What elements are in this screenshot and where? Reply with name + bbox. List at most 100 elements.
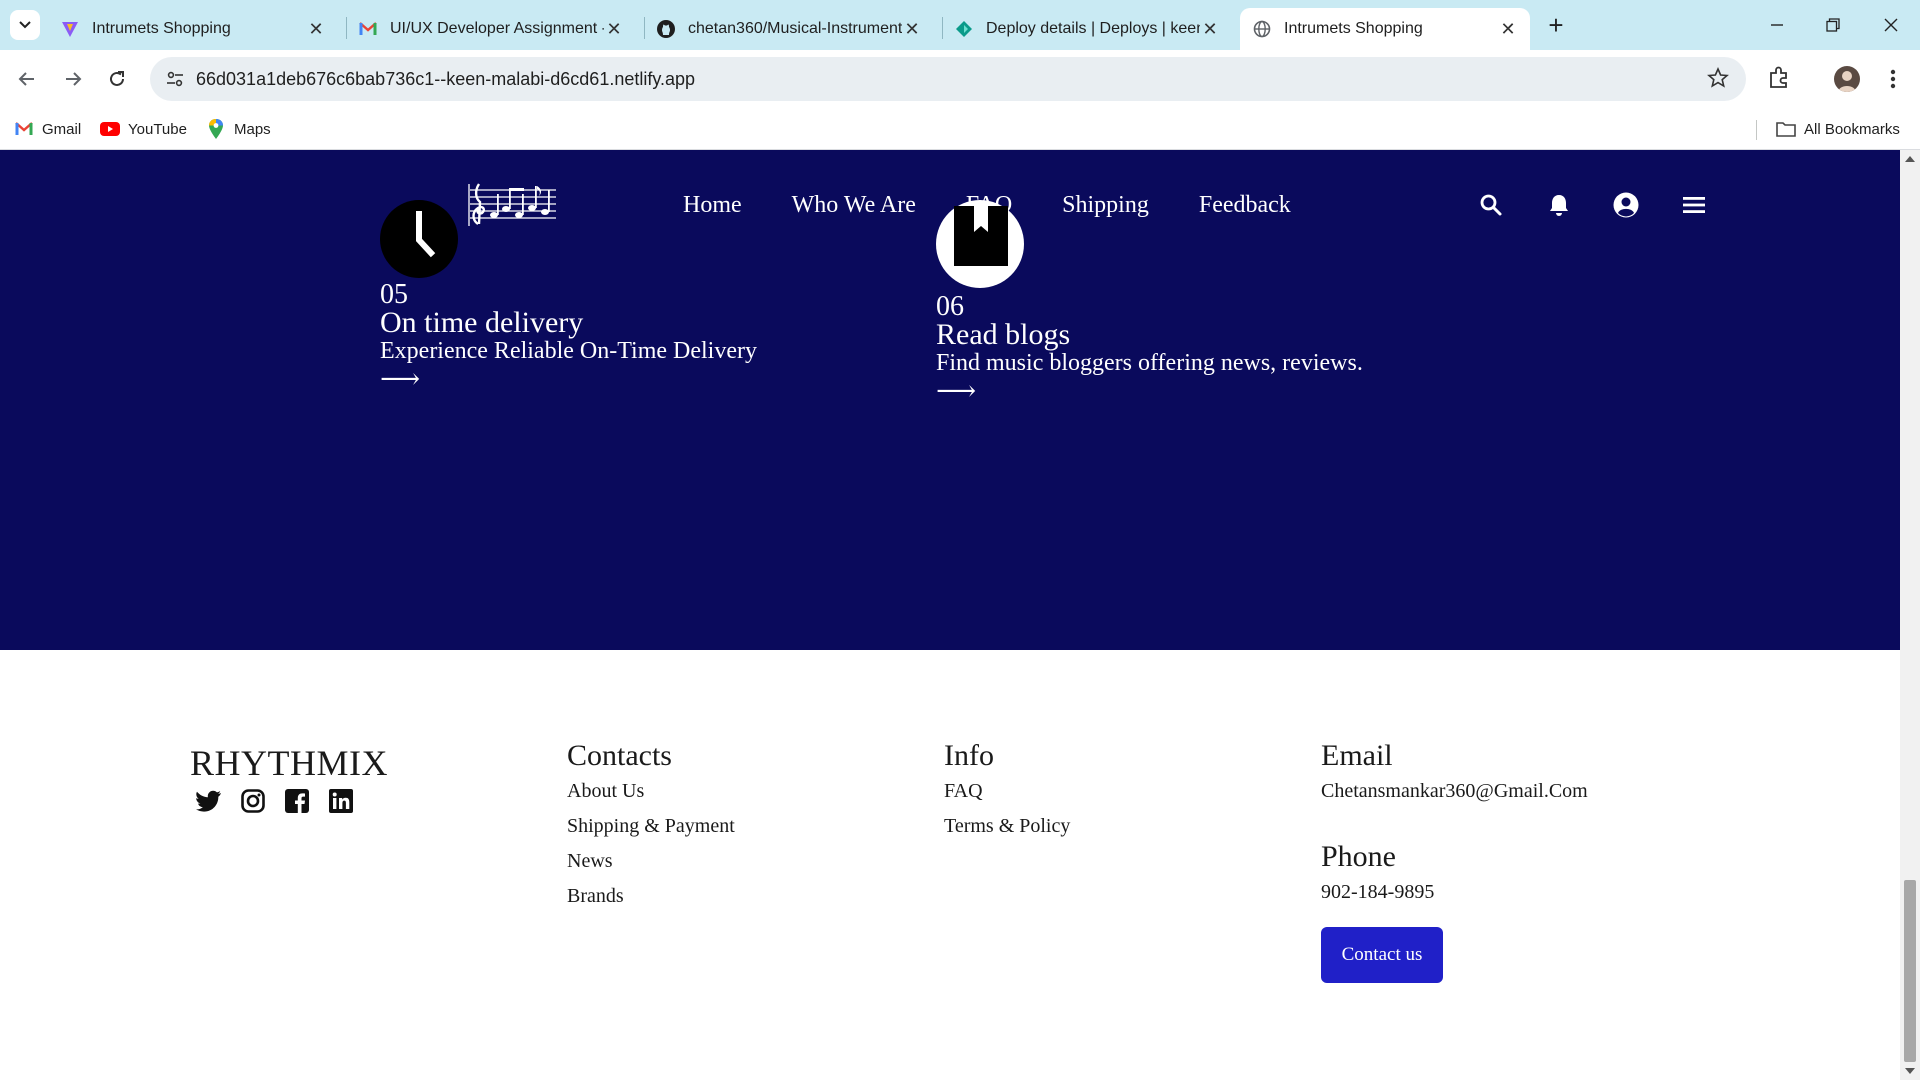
tab-search-button[interactable]: [10, 10, 40, 40]
netlify-icon: [954, 19, 974, 39]
browser-tab[interactable]: Deploy details | Deploys | keen- ✕: [942, 8, 1232, 50]
music-notes-logo[interactable]: [466, 180, 558, 230]
star-icon[interactable]: [1706, 66, 1732, 92]
scroll-down-icon[interactable]: [1905, 1068, 1915, 1074]
tab-title: Intrumets Shopping: [92, 20, 231, 37]
profile-avatar[interactable]: [1834, 66, 1860, 92]
facebook-icon[interactable]: [284, 788, 310, 814]
bookmark-youtube[interactable]: YouTube: [100, 118, 187, 140]
tab-title: chetan360/Musical-Instruments: [688, 20, 902, 37]
kebab-menu-icon[interactable]: [1880, 66, 1906, 92]
globe-icon: [1252, 19, 1272, 39]
user-circle-icon[interactable]: [1611, 190, 1641, 220]
gmail-icon: [14, 119, 34, 139]
browser-tab[interactable]: Intrumets Shopping ✕: [48, 8, 338, 50]
clock-icon: [380, 200, 458, 278]
feature-description: Experience Reliable On-Time Delivery: [380, 338, 757, 364]
footer-phone-value[interactable]: 902-184-9895: [1321, 875, 1588, 910]
footer-email-value[interactable]: Chetansmankar360@Gmail.Com: [1321, 774, 1588, 809]
nav-link-home[interactable]: Home: [683, 192, 742, 219]
close-icon[interactable]: ✕: [306, 19, 326, 39]
footer-heading: Email: [1321, 739, 1393, 772]
features-section: Home Who We Are FAQ Shipping Feedback: [0, 150, 1900, 650]
search-icon[interactable]: [1476, 190, 1506, 220]
all-bookmarks-button[interactable]: All Bookmarks: [1776, 118, 1900, 140]
bookmark-maps[interactable]: Maps: [206, 118, 271, 140]
contact-us-button[interactable]: Contact us: [1321, 927, 1443, 983]
all-bookmarks-label: All Bookmarks: [1804, 120, 1900, 138]
footer-link-terms-policy[interactable]: Terms & Policy: [944, 809, 1070, 844]
scrollbar-thumb[interactable]: [1904, 880, 1916, 1062]
feature-title: Read blogs: [936, 318, 1071, 351]
back-button[interactable]: [12, 64, 42, 94]
close-icon[interactable]: ✕: [902, 19, 922, 39]
footer-info-column: Info FAQ Terms & Policy: [944, 738, 1070, 844]
browser-tab[interactable]: UI/UX Developer Assignment - ✕: [346, 8, 636, 50]
bookmark-label: Gmail: [42, 120, 82, 138]
restore-icon[interactable]: [1818, 10, 1848, 40]
minimize-icon[interactable]: [1762, 10, 1792, 40]
page-viewport: Home Who We Are FAQ Shipping Feedback: [0, 150, 1900, 1080]
footer-link-about-us[interactable]: About Us: [567, 774, 735, 809]
tab-title: UI/UX Developer Assignment -: [390, 20, 604, 37]
linkedin-icon[interactable]: [328, 788, 354, 814]
bookmark-gmail[interactable]: Gmail: [14, 118, 81, 140]
nav-link-who-we-are[interactable]: Who We Are: [792, 192, 916, 219]
menu-icon[interactable]: [1679, 190, 1709, 220]
social-links: [196, 788, 354, 814]
footer-brand: RHYTHMIX: [190, 743, 388, 783]
bookmark-label: YouTube: [128, 120, 187, 138]
bookmarks-divider: [1756, 120, 1757, 140]
arrow-right-icon[interactable]: ⟶: [936, 378, 1363, 406]
close-icon[interactable]: ✕: [1498, 19, 1518, 39]
nav-link-feedback[interactable]: Feedback: [1199, 192, 1291, 219]
gmail-icon: [358, 19, 378, 39]
bookmark-label: Maps: [234, 120, 271, 138]
browser-tab[interactable]: chetan360/Musical-Instruments ✕: [644, 8, 934, 50]
arrow-left-icon: [18, 72, 34, 86]
footer-heading: Phone: [1321, 840, 1396, 873]
feature-title: On time delivery: [380, 306, 584, 339]
arrow-right-icon: [66, 72, 82, 86]
reload-button[interactable]: [102, 64, 132, 94]
folder-icon: [1776, 119, 1796, 139]
address-bar[interactable]: 66d031a1deb676c6bab736c1--keen-malabi-d6…: [150, 57, 1746, 101]
arrow-right-icon[interactable]: ⟶: [380, 366, 757, 394]
new-tab-button[interactable]: +: [1542, 12, 1570, 40]
footer-link-faq[interactable]: FAQ: [944, 774, 1070, 809]
bell-icon[interactable]: [1544, 190, 1574, 220]
footer-heading: Contacts: [567, 739, 672, 772]
footer-link-news[interactable]: News: [567, 844, 735, 879]
site-info-icon[interactable]: [164, 68, 186, 90]
footer-contacts-column: Contacts About Us Shipping & Payment New…: [567, 738, 735, 914]
footer-contact-column: Email Chetansmankar360@Gmail.Com Phone 9…: [1321, 738, 1588, 910]
twitter-icon[interactable]: [196, 788, 222, 814]
browser-tab-bar: Intrumets Shopping ✕ UI/UX Developer Ass…: [0, 0, 1920, 50]
bookmarks-bar: Gmail YouTube Maps All Bookmarks: [0, 108, 1920, 150]
browser-tab-active[interactable]: Intrumets Shopping ✕: [1240, 8, 1530, 50]
page-scrollbar[interactable]: [1900, 150, 1920, 1080]
close-window-icon[interactable]: [1876, 10, 1906, 40]
tab-title: Deploy details | Deploys | keen-: [986, 20, 1200, 37]
github-icon: [656, 19, 676, 39]
forward-button[interactable]: [58, 64, 88, 94]
url-text: 66d031a1deb676c6bab736c1--keen-malabi-d6…: [196, 69, 696, 89]
footer-link-shipping-payment[interactable]: Shipping & Payment: [567, 809, 735, 844]
footer-heading: Info: [944, 739, 994, 772]
youtube-icon: [100, 119, 120, 139]
instagram-icon[interactable]: [240, 788, 266, 814]
feature-card-read-blogs: 06 Read blogs Find music bloggers offeri…: [936, 200, 1363, 406]
feature-card-on-time-delivery: 05 On time delivery Experience Reliable …: [380, 200, 757, 394]
footer-link-brands[interactable]: Brands: [567, 879, 735, 914]
tab-title: Intrumets Shopping: [1284, 20, 1423, 37]
nav-link-shipping[interactable]: Shipping: [1062, 192, 1149, 219]
close-icon[interactable]: ✕: [604, 19, 624, 39]
reload-icon: [110, 71, 124, 86]
site-footer: RHYTHMIX Contacts About Us Shipping & Pa…: [0, 650, 1900, 1080]
browser-toolbar: 66d031a1deb676c6bab736c1--keen-malabi-d6…: [0, 50, 1920, 108]
extensions-icon[interactable]: [1766, 65, 1794, 93]
scroll-up-icon[interactable]: [1905, 156, 1915, 162]
vite-icon: [60, 19, 80, 39]
feature-description: Find music bloggers offering news, revie…: [936, 350, 1363, 376]
close-icon[interactable]: ✕: [1200, 19, 1220, 39]
